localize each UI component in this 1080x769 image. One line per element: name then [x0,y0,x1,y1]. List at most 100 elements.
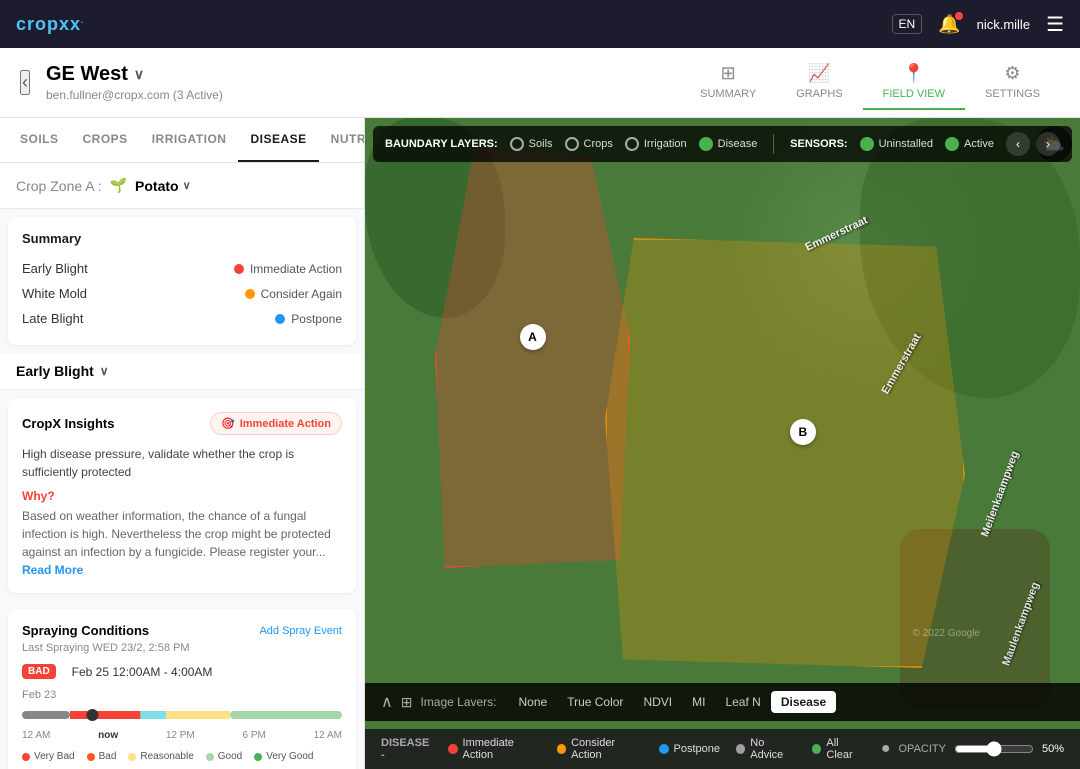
white-mold-disease: White Mold [22,286,87,301]
map-area: A B Emmerstraat Emmerstraat Meilenkaampw… [365,118,1080,769]
boundary-prev-button[interactable]: ‹ [1006,132,1030,156]
early-blight-title: Early Blight [16,363,94,379]
field-view-icon: 📍 [903,63,925,84]
summary-row-white-mold: White Mold Consider Again [22,281,342,306]
tab-field-view[interactable]: 📍 FIELD VIEW [863,55,965,110]
opacity-slider[interactable] [954,741,1034,757]
graphs-icon: 📈 [808,63,830,84]
sub-tab-soils[interactable]: SOILS [8,118,71,162]
layer-disease-button[interactable]: Disease [771,691,836,713]
orange-dot-icon [245,289,255,299]
disease-boundary-text: Disease [718,138,758,150]
settings-icon: ⚙ [1004,63,1020,84]
last-spraying-info: Last Spraying WED 23/2, 2:58 PM [22,642,342,654]
tab-graphs[interactable]: 📈 GRAPHS [776,55,862,110]
very-bad-dot [22,753,30,761]
time-label-12pm: 12 PM [166,730,195,741]
farm-info: GE West ∨ ben.fullner@cropx.com (3 Activ… [46,63,680,102]
sensor-uninstalled[interactable]: Uninstalled [860,137,933,151]
copyright-text: © 2022 Google [913,628,980,639]
tab-settings[interactable]: ⚙ SETTINGS [965,55,1060,110]
soils-radio [510,137,524,151]
expand-map-button[interactable]: ∧ [381,692,393,712]
disease-immediate-action: Immediate Action [448,737,541,761]
spraying-legend: Very Bad Bad Reasonable Good Very Good [22,751,342,762]
timeline-labels: 12 AM now 12 PM 6 PM 12 AM [22,730,342,741]
layer-none-button[interactable]: None [509,691,558,713]
legend-very-bad: Very Bad [22,751,75,762]
early-blight-chevron-icon: ∨ [100,364,109,378]
time-label-6pm: 6 PM [243,730,266,741]
page-header: ‹ GE West ∨ ben.fullner@cropx.com (3 Act… [0,48,1080,118]
cropx-insights-section: CropX Insights 🎯 Immediate Action High d… [8,398,356,593]
boundary-irrigation[interactable]: Irrigation [625,137,687,151]
top-nav-right: EN 🔔 nick.mille ☰ [892,12,1065,37]
divider [773,134,774,154]
bad-dot [87,753,95,761]
main-content: SOILS CROPS IRRIGATION DISEASE NUTRITION… [0,118,1080,769]
sub-tab-irrigation[interactable]: IRRIGATION [140,118,239,162]
bad-badge: BAD [22,664,56,679]
spray-period-row: BAD Feb 25 12:00AM - 4:00AM [22,664,342,679]
immediate-action-badge: 🎯 Immediate Action [210,412,342,435]
layer-mi-button[interactable]: MI [682,691,715,713]
uninstalled-radio [860,137,874,151]
crop-zone-label: Crop Zone A : [16,178,102,194]
disease-legend-bar: DISEASE - Immediate Action Consider Acti… [365,729,1080,769]
spraying-title: Spraying Conditions [22,623,149,638]
late-blight-disease: Late Blight [22,311,83,326]
postpone-dot [659,744,669,754]
legend-good: Good [206,751,242,762]
irrigation-boundary-text: Irrigation [644,138,687,150]
badge-icon: 🎯 [221,417,235,430]
active-text: Active [964,138,994,150]
sensors-label: SENSORS: [790,138,847,150]
boundary-layers-label: BAUNDARY LAYERS: [385,138,498,150]
crop-select[interactable]: Potato ∨ [135,178,191,194]
legend-very-good: Very Good [254,751,313,762]
layer-ndvi-button[interactable]: NDVI [633,691,682,713]
early-blight-disease: Early Blight [22,261,88,276]
boundary-soils[interactable]: Soils [510,137,553,151]
all-clear-dot [812,744,821,754]
early-blight-section-header[interactable]: Early Blight ∨ [0,353,364,390]
read-more-link[interactable]: Read More [22,563,83,577]
boundary-next-button[interactable]: › [1036,132,1060,156]
layer-true-color-button[interactable]: True Color [557,691,633,713]
add-spray-event-link[interactable]: Add Spray Event [259,625,342,637]
layer-leaf-n-button[interactable]: Leaf N [715,691,770,713]
field-a-overlay: A [435,148,630,568]
image-layers-label: Image Lavers: [420,695,496,709]
notifications-button[interactable]: 🔔 [938,14,960,35]
sensor-active[interactable]: Active [945,137,994,151]
crop-icon: 🌱 [110,177,127,194]
summary-row-early-blight: Early Blight Immediate Action [22,256,342,281]
tab-summary[interactable]: ⊞ SUMMARY [680,55,776,110]
map-canvas[interactable]: A B Emmerstraat Emmerstraat Meilenkaampw… [365,118,1080,769]
language-button[interactable]: EN [892,14,923,34]
field-b-label: B [790,419,816,445]
farm-name-chevron[interactable]: ∨ [134,66,144,83]
insights-text: High disease pressure, validate whether … [22,445,342,481]
boundary-layers-bar: BAUNDARY LAYERS: Soils Crops Irrigation … [373,126,1072,162]
disease-no-advice: No Advice [736,737,796,761]
menu-button[interactable]: ☰ [1046,12,1064,37]
late-blight-status: Postpone [275,312,342,326]
opacity-value: 50% [1042,743,1064,755]
very-good-dot [254,753,262,761]
boundary-disease[interactable]: Disease [699,137,758,151]
spraying-header: Spraying Conditions Add Spray Event [22,623,342,638]
sub-tab-crops[interactable]: CROPS [71,118,140,162]
sub-tab-nutrition[interactable]: NUTRITION [319,118,365,162]
time-label-now: now [98,730,118,741]
farm-email: ben.fullner@cropx.com (3 Active) [46,88,680,102]
sub-tab-disease[interactable]: DISEASE [238,118,318,162]
insights-title: CropX Insights [22,416,114,431]
crop-zone-selector: Crop Zone A : 🌱 Potato ∨ [0,163,364,209]
disease-all-clear: All Clear [812,737,865,761]
consider-again-label: Consider Again [261,287,342,301]
early-blight-status: Immediate Action [234,262,342,276]
boundary-crops[interactable]: Crops [565,137,613,151]
back-button[interactable]: ‹ [20,70,30,95]
uninstalled-text: Uninstalled [879,138,933,150]
